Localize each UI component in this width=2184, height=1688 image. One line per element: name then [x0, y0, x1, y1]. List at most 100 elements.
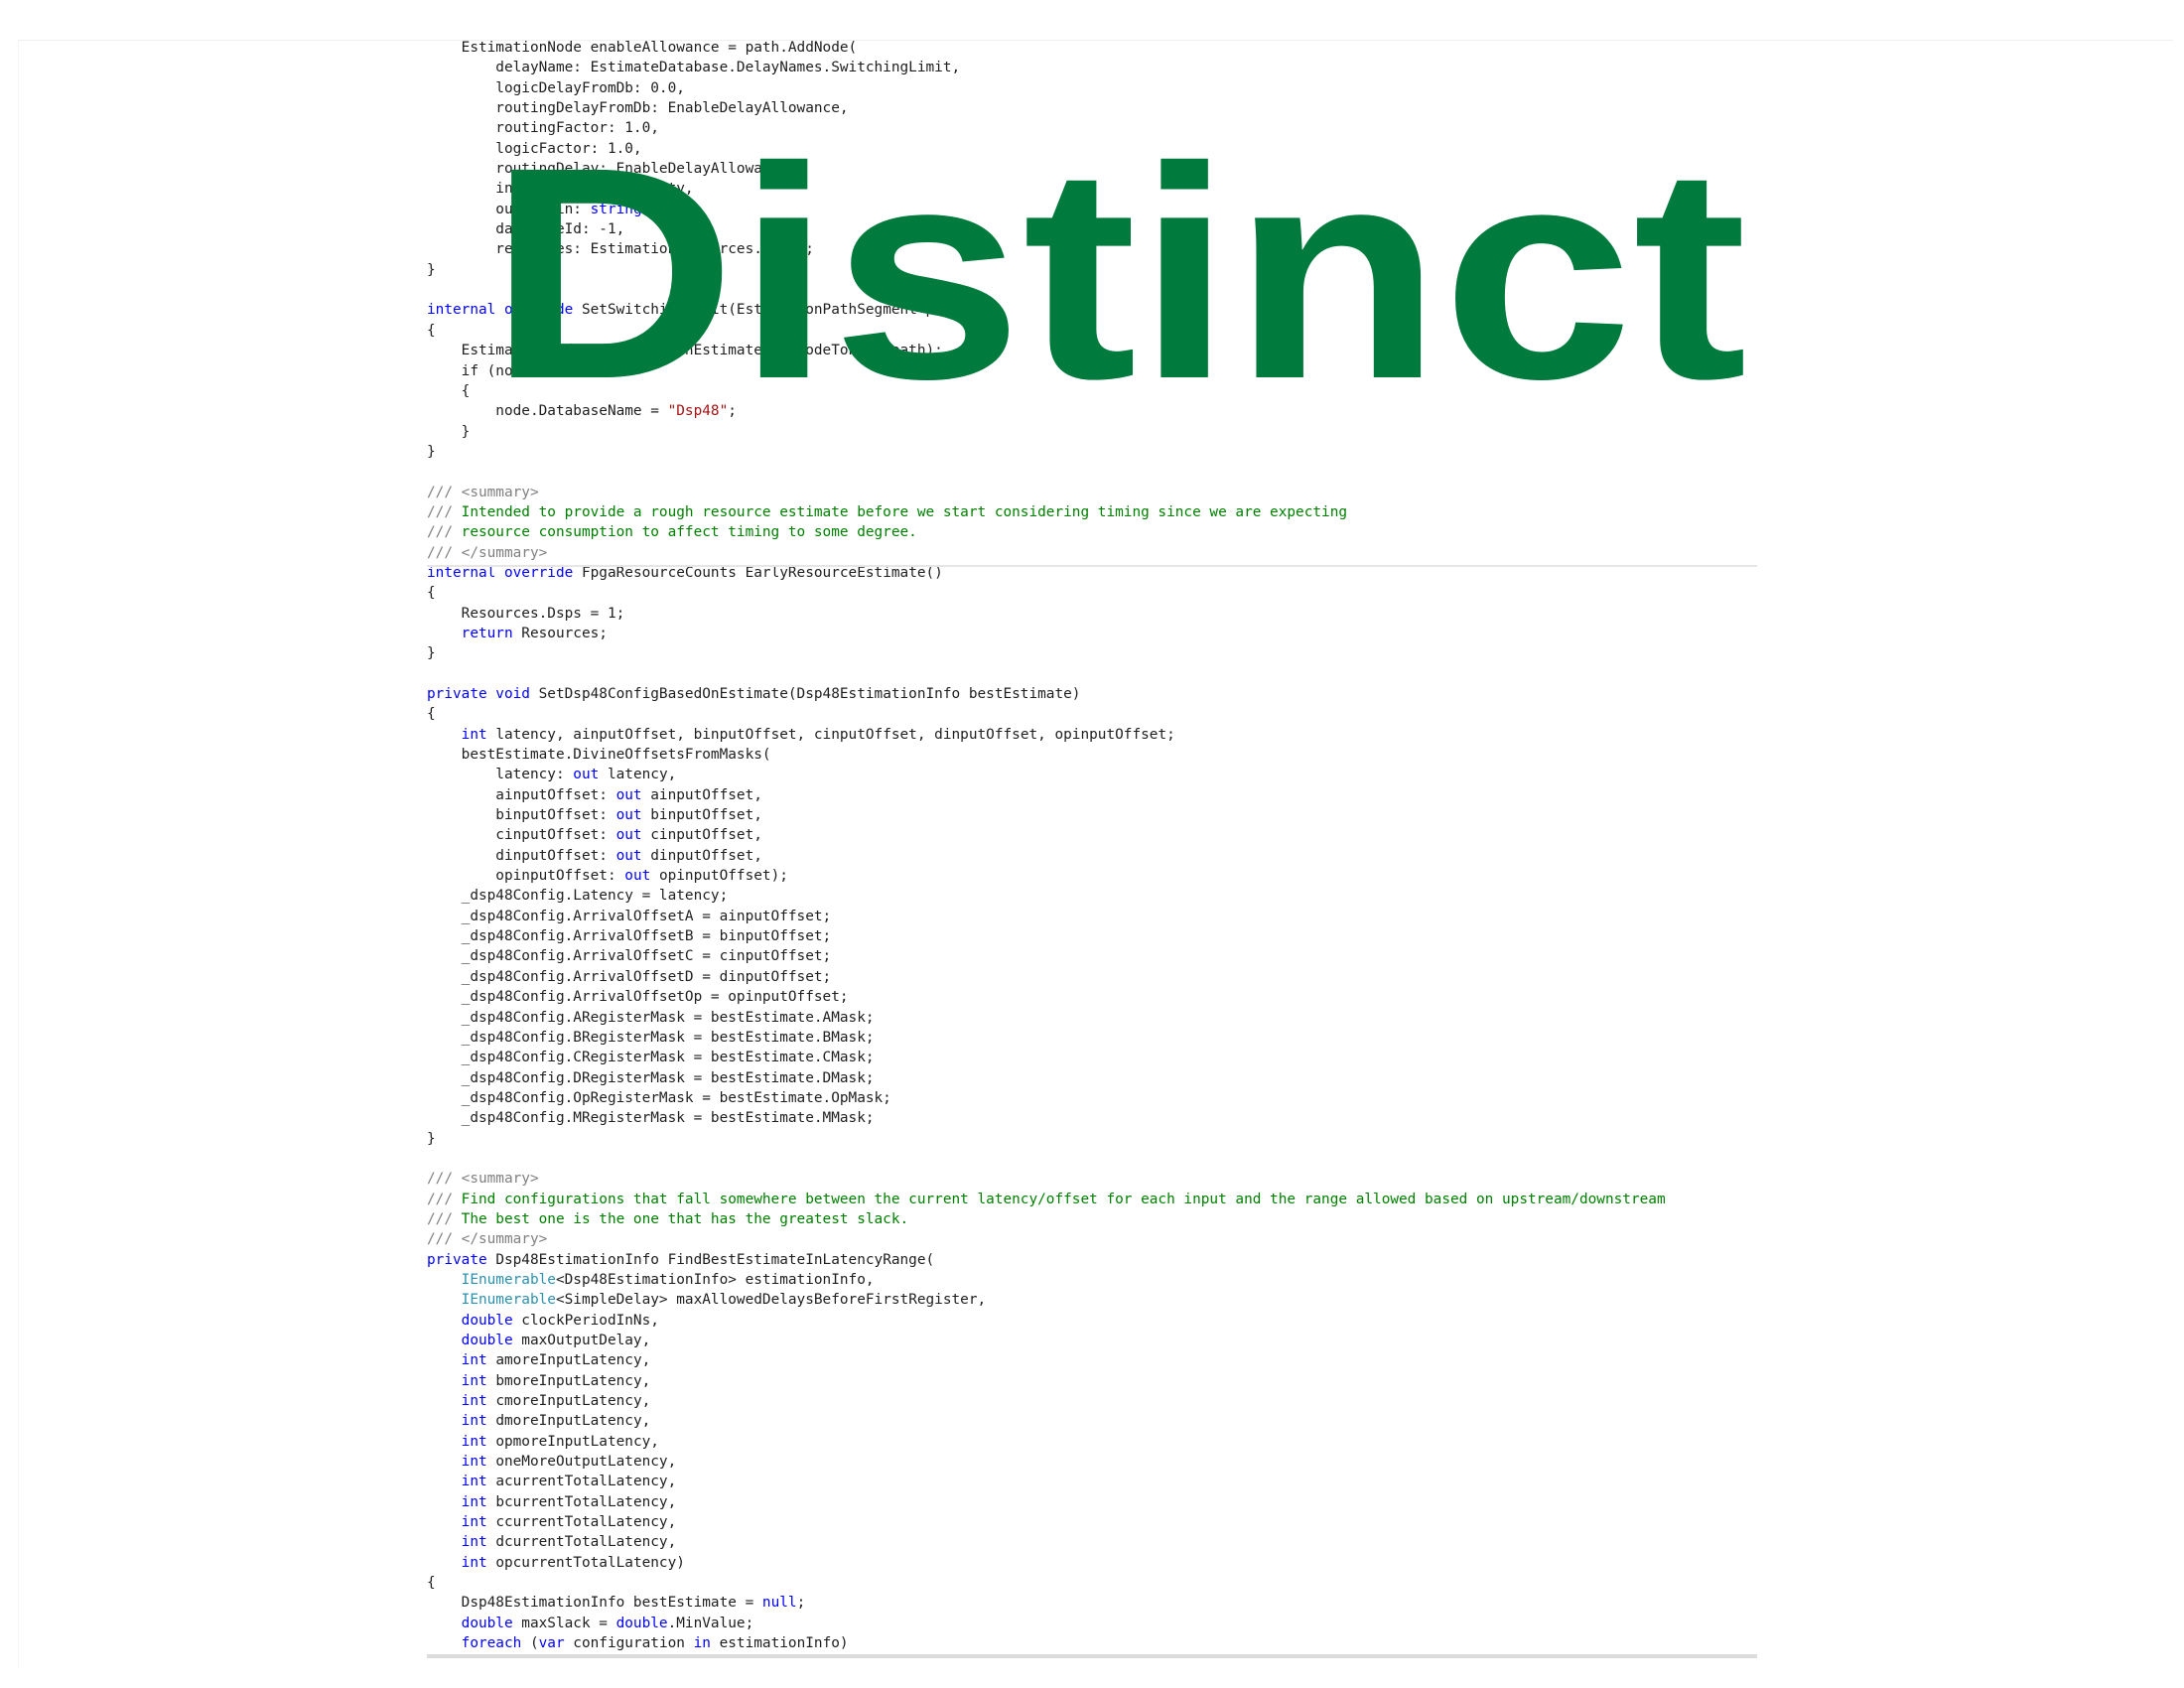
code-token: null [761, 1595, 797, 1612]
code-line: delayName: EstimateDatabase.DelayNames.S… [427, 58, 1757, 77]
code-line: } [427, 643, 1757, 663]
code-line: double maxOutputDelay, [427, 1331, 1757, 1350]
code-token: /// <summary> [427, 1171, 539, 1188]
code-line: _dsp48Config.CRegisterMask = bestEstimat… [427, 1048, 1757, 1067]
code-line: int acurrentTotalLatency, [427, 1472, 1757, 1491]
code-token: .MinValue; [667, 1615, 754, 1631]
code-line: _dsp48Config.ARegisterMask = bestEstimat… [427, 1008, 1757, 1028]
code-token: out [615, 847, 642, 864]
code-line: /// </summary> [427, 543, 1757, 563]
code-line: _dsp48Config.Latency = latency; [427, 886, 1757, 906]
code-token: int [461, 1413, 487, 1430]
code-token: oneMoreOutputLatency, [486, 1454, 677, 1471]
code-line: /// Intended to provide a rough resource… [427, 502, 1757, 522]
code-token: Find configurations that fall somewhere … [461, 1191, 1666, 1207]
code-token: Resources; [512, 625, 608, 641]
code-token: out [624, 868, 651, 885]
code-token: private [427, 1251, 487, 1268]
code-line: /// <summary> [427, 1169, 1757, 1189]
code-token: out [615, 786, 642, 803]
code-token: SetDsp48ConfigBasedOnEstimate(Dsp48Estim… [529, 686, 1081, 702]
code-token: resource consumption to affect timing to… [461, 524, 917, 541]
code-line: _dsp48Config.ArrivalOffsetD = dinputOffs… [427, 967, 1757, 987]
code-line: { [427, 1573, 1757, 1593]
code-token: _dsp48Config.ArrivalOffsetB = binputOffs… [427, 928, 832, 945]
code-token: int [461, 1372, 487, 1389]
code-token: _dsp48Config.MRegisterMask = bestEstimat… [427, 1110, 875, 1127]
code-token: dinputOffset: [427, 847, 616, 864]
code-line: _dsp48Config.MRegisterMask = bestEstimat… [427, 1108, 1757, 1128]
code-token: Dsp48EstimationInfo bestEstimate = [427, 1595, 762, 1612]
code-token: } [427, 1130, 436, 1147]
code-line: _dsp48Config.OpRegisterMask = bestEstima… [427, 1088, 1757, 1108]
code-token: configuration [564, 1635, 694, 1652]
editor-bottom-border [427, 1654, 1757, 1658]
code-line: double clockPeriodInNs, [427, 1311, 1757, 1331]
code-line: return Resources; [427, 624, 1757, 643]
code-token: binputOffset: [427, 807, 616, 824]
code-line: /// resource consumption to affect timin… [427, 522, 1757, 542]
code-line: /// <summary> [427, 483, 1757, 502]
code-token: logicDelayFromDb: 0.0, [427, 79, 685, 96]
code-token: ccurrentTotalLatency, [486, 1514, 677, 1531]
code-token: double [461, 1333, 513, 1348]
code-line: /// The best one is the one that has the… [427, 1209, 1757, 1229]
code-line: _dsp48Config.DRegisterMask = bestEstimat… [427, 1068, 1757, 1088]
code-token: int [461, 1493, 487, 1510]
code-token: double [461, 1312, 513, 1329]
code-token: double [461, 1615, 513, 1631]
code-token: EstimationNode enableAllowance = path.Ad… [427, 40, 858, 56]
code-token: out [615, 827, 642, 844]
code-token: latency, ainputOffset, binputOffset, cin… [486, 726, 1175, 743]
code-token: Resources.Dsps = 1; [427, 605, 625, 622]
code-token: int [461, 1352, 487, 1369]
code-line: int bcurrentTotalLatency, [427, 1492, 1757, 1512]
code-line: int oneMoreOutputLatency, [427, 1452, 1757, 1472]
code-token: ainputOffset, [641, 786, 762, 803]
code-token: _dsp48Config.ArrivalOffsetC = cinputOffs… [427, 948, 832, 965]
code-token: /// <summary> [427, 484, 539, 500]
code-token: _dsp48Config.DRegisterMask = bestEstimat… [427, 1069, 875, 1086]
code-token: bmoreInputLatency, [486, 1372, 651, 1389]
code-line: foreach (var configuration in estimation… [427, 1633, 1757, 1653]
code-token: int [461, 1433, 487, 1450]
code-line: _dsp48Config.ArrivalOffsetC = cinputOffs… [427, 946, 1757, 966]
code-line: opinputOffset: out opinputOffset); [427, 866, 1757, 886]
code-token: int [461, 1534, 487, 1551]
code-token: int [461, 726, 487, 743]
code-token: _dsp48Config.Latency = latency; [427, 888, 729, 905]
code-token: acurrentTotalLatency, [486, 1474, 677, 1490]
code-line: int dcurrentTotalLatency, [427, 1532, 1757, 1552]
code-token: _dsp48Config.ArrivalOffsetD = dinputOffs… [427, 968, 832, 985]
code-token: /// </summary> [427, 544, 548, 561]
code-token: Intended to provide a rough resource est… [461, 503, 1348, 520]
code-token: cinputOffset: [427, 827, 616, 844]
code-token: int [461, 1454, 487, 1471]
code-token: { [427, 585, 436, 602]
code-token: opinputOffset: [427, 868, 625, 885]
code-token: /// [427, 524, 462, 541]
code-token: } [427, 443, 436, 460]
code-line: double maxSlack = double.MinValue; [427, 1614, 1757, 1633]
code-line: Resources.Dsps = 1; [427, 604, 1757, 624]
code-token: int [461, 1554, 487, 1571]
code-token: dinputOffset, [641, 847, 762, 864]
code-line: _dsp48Config.ArrivalOffsetOp = opinputOf… [427, 987, 1757, 1007]
code-line: latency: out latency, [427, 765, 1757, 784]
code-line: IEnumerable<Dsp48EstimationInfo> estimat… [427, 1270, 1757, 1290]
code-line: int latency, ainputOffset, binputOffset,… [427, 725, 1757, 745]
